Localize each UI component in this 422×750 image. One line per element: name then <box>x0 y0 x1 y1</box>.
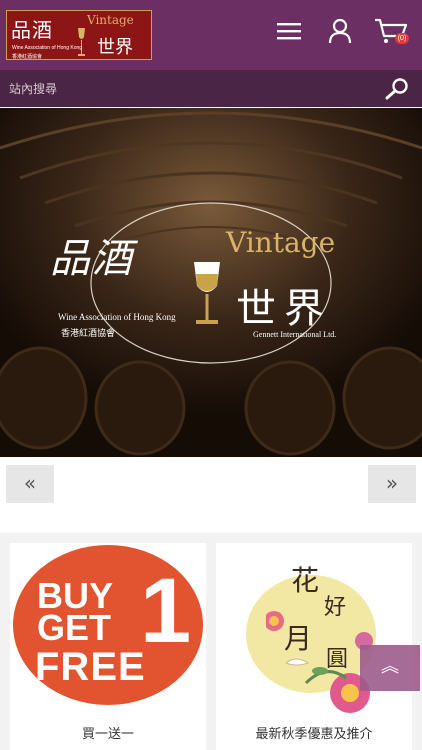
wine-glass-icon <box>194 262 220 324</box>
menu-icon[interactable] <box>274 16 304 46</box>
logo-zh-secondary: 世界 <box>97 37 133 58</box>
autumn-text-2: 好 <box>324 595 347 620</box>
bogo-free-text: FREE <box>35 645 146 689</box>
autumn-text-3: 月 <box>284 622 313 655</box>
carousel-prev-button[interactable]: « <box>6 465 54 503</box>
banner-association-zh: 香港紅酒協會 <box>61 329 116 339</box>
logo-association-en: Wine Association of Hong Kong <box>12 45 83 51</box>
wine-glass-icon <box>78 28 85 56</box>
page: 品酒 Vintage 世界 Wine Association of Hong K… <box>0 0 422 750</box>
cart-count-badge: (0) <box>395 33 409 44</box>
banner-zh-secondary: 世界 <box>236 286 332 332</box>
banner-company: Gennett International Ltd. <box>253 330 337 339</box>
carousel-next-button[interactable]: » <box>368 465 416 503</box>
search-icon[interactable] <box>384 77 410 101</box>
banner-association-en: Wine Association of Hong Kong <box>58 312 176 322</box>
bogo-one-text: 1 <box>140 560 192 662</box>
banner-vintage: Vintage <box>226 226 336 259</box>
logo-association-zh: 香港紅酒協會 <box>12 54 43 60</box>
search-input[interactable] <box>0 70 370 107</box>
product-title[interactable]: 最新秋季優惠及推介 <box>216 723 412 742</box>
bogo-image: BUY GET 1 FREE <box>13 545 203 705</box>
autumn-text-4: 圓 <box>326 647 349 672</box>
product-card-bogo[interactable]: BUY GET 1 FREE 買一送一 <box>10 543 206 750</box>
site-logo[interactable]: 品酒 Vintage 世界 Wine Association of Hong K… <box>6 10 152 60</box>
search-bar <box>0 70 422 107</box>
product-title[interactable]: 買一送一 <box>10 723 206 742</box>
user-icon[interactable] <box>325 16 355 46</box>
logo-zh-primary: 品酒 <box>11 18 53 42</box>
back-to-top-button[interactable]: ︽ <box>360 645 420 691</box>
bogo-get-text: GET <box>37 607 112 648</box>
autumn-text-1: 花 <box>291 564 320 597</box>
banner-zh-primary: 品酒 <box>50 236 134 282</box>
logo-vintage: Vintage <box>87 13 134 27</box>
top-header: 品酒 Vintage 世界 Wine Association of Hong K… <box>0 0 422 70</box>
